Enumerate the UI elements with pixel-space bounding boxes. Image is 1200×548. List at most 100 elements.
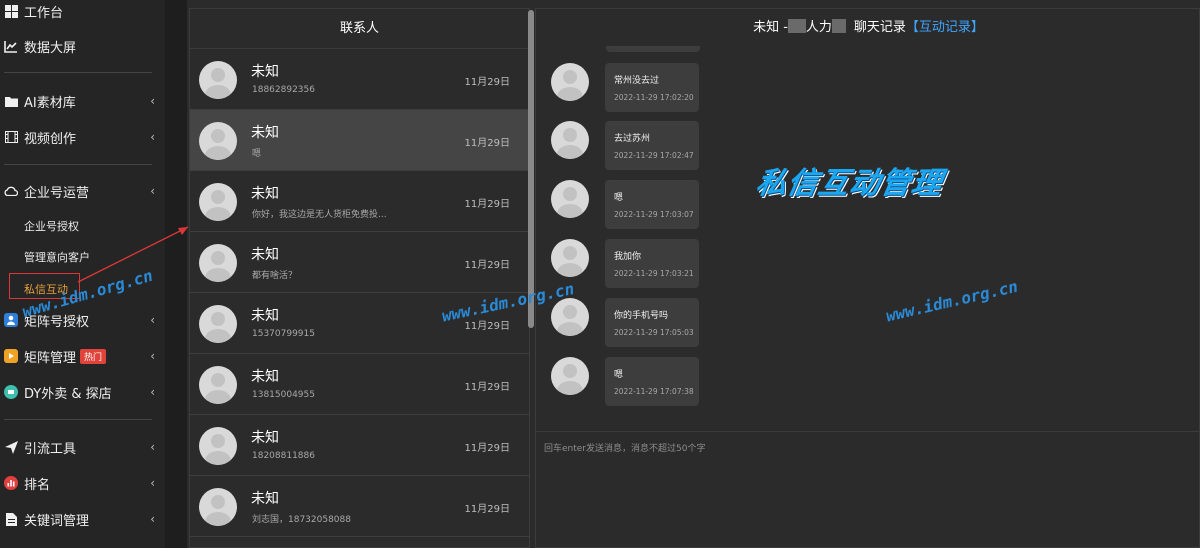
avatar xyxy=(551,239,589,277)
interaction-records-link[interactable]: 【互动记录】 xyxy=(906,20,984,35)
message-bubble: 你的手机号吗 2022-11-29 17:05:03 xyxy=(605,298,699,347)
contact-item[interactable]: 未知 13815004955 11月29日 xyxy=(190,354,529,415)
contact-item[interactable]: 未知 15370799915 11月29日 xyxy=(190,293,529,354)
sidebar-item-ai-library[interactable]: AI素材库 ‹ xyxy=(0,86,165,116)
message-bubble: 去过苏州 2022-11-29 17:02:47 xyxy=(605,121,699,170)
contact-date: 11月29日 xyxy=(464,77,510,88)
chat-contact-name: 未知 - xyxy=(753,20,788,35)
sidebar-item-data-screen[interactable]: 数据大屏 xyxy=(0,31,165,61)
video-play-icon xyxy=(4,349,18,363)
document-icon xyxy=(4,512,18,526)
contact-name: 未知 xyxy=(251,64,279,80)
message-input-placeholder: 回车enter发送消息，消息不超过50个字 xyxy=(544,444,706,454)
sidebar-item-keywords[interactable]: 关键词管理 ‹ xyxy=(0,504,165,534)
chevron-left-icon: ‹ xyxy=(150,94,155,108)
sidebar-item-matrix-manage[interactable]: 矩阵管理 热门 ‹ xyxy=(0,341,165,371)
avatar xyxy=(199,488,237,526)
folder-icon xyxy=(4,94,18,108)
message-bubble: 嗯 2022-11-29 17:03:07 xyxy=(605,180,699,229)
chevron-left-icon: ‹ xyxy=(150,313,155,327)
contact-item[interactable]: 未知 18862892356 11月29日 xyxy=(190,49,529,110)
contact-last-message: 都有啥活？ xyxy=(252,271,298,281)
chevron-left-icon: ‹ xyxy=(150,349,155,363)
contact-name: 未知 xyxy=(251,491,279,507)
chevron-left-icon: ‹ xyxy=(150,512,155,526)
sidebar-subitem-enterprise-auth[interactable]: 企业号授权 xyxy=(24,218,79,234)
message-time: 2022-11-29 17:03:07 xyxy=(614,210,694,219)
app-root: 工作台 数据大屏 AI素材库 ‹ 视频创作 ‹ 企业号运营 ‹ 企业号授权 管理… xyxy=(0,0,1200,548)
contact-date: 11月29日 xyxy=(464,382,510,393)
chat-panel: 未知 - 人力 聊天记录【互动记录】 常州没去过 2022-11-29 17:02:… xyxy=(535,8,1200,548)
contact-name: 未知 xyxy=(251,430,279,446)
contact-last-message: 18208811886 xyxy=(252,451,315,461)
redacted-block xyxy=(787,19,806,33)
contact-name: 未知 xyxy=(251,247,279,263)
contact-item[interactable]: 未知 你好，我这边是无人货柜免费投... 11月29日 xyxy=(190,171,529,232)
message-time: 2022-11-29 17:03:21 xyxy=(614,269,694,278)
chevron-left-icon: ‹ xyxy=(150,385,155,399)
sidebar-item-traffic-tools[interactable]: 引流工具 ‹ xyxy=(0,432,165,462)
sidebar-divider xyxy=(4,72,152,73)
sidebar-item-enterprise-ops[interactable]: 企业号运营 ‹ xyxy=(0,176,165,206)
avatar xyxy=(551,298,589,336)
contact-name: 未知 xyxy=(251,186,279,202)
redacted-block xyxy=(831,19,846,33)
contact-date: 11月29日 xyxy=(464,443,510,454)
contacts-header: 联系人 xyxy=(190,9,529,49)
users-icon xyxy=(4,313,18,327)
contact-last-message: 15370799915 xyxy=(252,329,315,339)
sidebar-item-dy-takeout[interactable]: DY外卖 & 探店 ‹ xyxy=(0,377,165,407)
message-time: 2022-11-29 17:02:20 xyxy=(614,93,694,102)
message-bubble: 我加你 2022-11-29 17:03:21 xyxy=(605,239,699,288)
chat-header-suffix: 聊天记录 xyxy=(853,20,906,35)
avatar xyxy=(199,61,237,99)
avatar xyxy=(199,244,237,282)
sidebar-item-video-creation[interactable]: 视频创作 ‹ xyxy=(0,122,165,152)
contact-item[interactable]: 未知 嗯 11月29日 xyxy=(190,110,529,171)
contact-date: 11月29日 xyxy=(464,138,510,149)
highlight-box xyxy=(9,273,80,299)
contact-last-message: 刘志国，18732058088 xyxy=(252,515,351,525)
overlay-title: 私信互动管理 xyxy=(753,166,946,201)
avatar xyxy=(199,427,237,465)
windows-icon xyxy=(4,4,18,18)
avatar xyxy=(551,180,589,218)
contact-name: 未知 xyxy=(251,125,279,141)
avatar xyxy=(199,366,237,404)
message-input[interactable]: 回车enter发送消息，消息不超过50个字 xyxy=(536,431,1200,548)
contact-item[interactable]: 未知 刘志国，18732058088 11月29日 xyxy=(190,476,529,537)
sidebar-item-label: 工作台 xyxy=(24,5,64,21)
contact-date: 11月29日 xyxy=(464,321,510,332)
contact-date: 11月29日 xyxy=(464,260,510,271)
contact-item[interactable]: 未知 18208811886 11月29日 xyxy=(190,415,529,476)
message-text: 你的手机号吗 xyxy=(614,311,669,321)
sidebar-item-ranking[interactable]: 排名 ‹ xyxy=(0,468,165,498)
message-time: 2022-11-29 17:02:47 xyxy=(614,151,694,160)
message-bubble: 嗯 2022-11-29 17:07:38 xyxy=(605,357,699,406)
hot-badge: 热门 xyxy=(80,348,107,364)
sidebar-divider xyxy=(4,164,152,165)
sidebar-item-workbench[interactable]: 工作台 xyxy=(0,0,165,26)
avatar xyxy=(199,183,237,221)
sidebar-item-label: 引流工具 xyxy=(24,441,77,457)
ranking-icon xyxy=(4,476,18,490)
avatar xyxy=(551,357,589,395)
message-text: 我加你 xyxy=(614,252,642,262)
sidebar-item-label: 矩阵管理 xyxy=(24,350,77,366)
sidebar-item-matrix-auth[interactable]: 矩阵号授权 ‹ xyxy=(0,305,165,335)
contact-last-message: 你好，我这边是无人货柜免费投... xyxy=(252,210,387,220)
contacts-panel: 联系人 未知 18862892356 11月29日 未知 嗯 11月29日 未知… xyxy=(189,8,530,548)
avatar xyxy=(199,122,237,160)
message-bubble: 常州没去过 2022-11-29 17:02:20 xyxy=(605,63,699,112)
sidebar-item-label: 矩阵号授权 xyxy=(24,314,90,330)
sidebar-divider xyxy=(4,419,152,420)
sidebar: 工作台 数据大屏 AI素材库 ‹ 视频创作 ‹ 企业号运营 ‹ 企业号授权 管理… xyxy=(0,0,165,548)
sidebar-item-label: 关键词管理 xyxy=(24,513,90,529)
sidebar-item-label: 企业号运营 xyxy=(24,185,90,201)
sidebar-subitem-manage-leads[interactable]: 管理意向客户 xyxy=(24,249,90,265)
line-chart-icon xyxy=(4,39,18,53)
film-icon xyxy=(4,130,18,144)
contacts-scrollbar[interactable] xyxy=(528,10,534,328)
contact-item[interactable]: 未知 都有啥活？ 11月29日 xyxy=(190,232,529,293)
chevron-left-icon: ‹ xyxy=(150,130,155,144)
